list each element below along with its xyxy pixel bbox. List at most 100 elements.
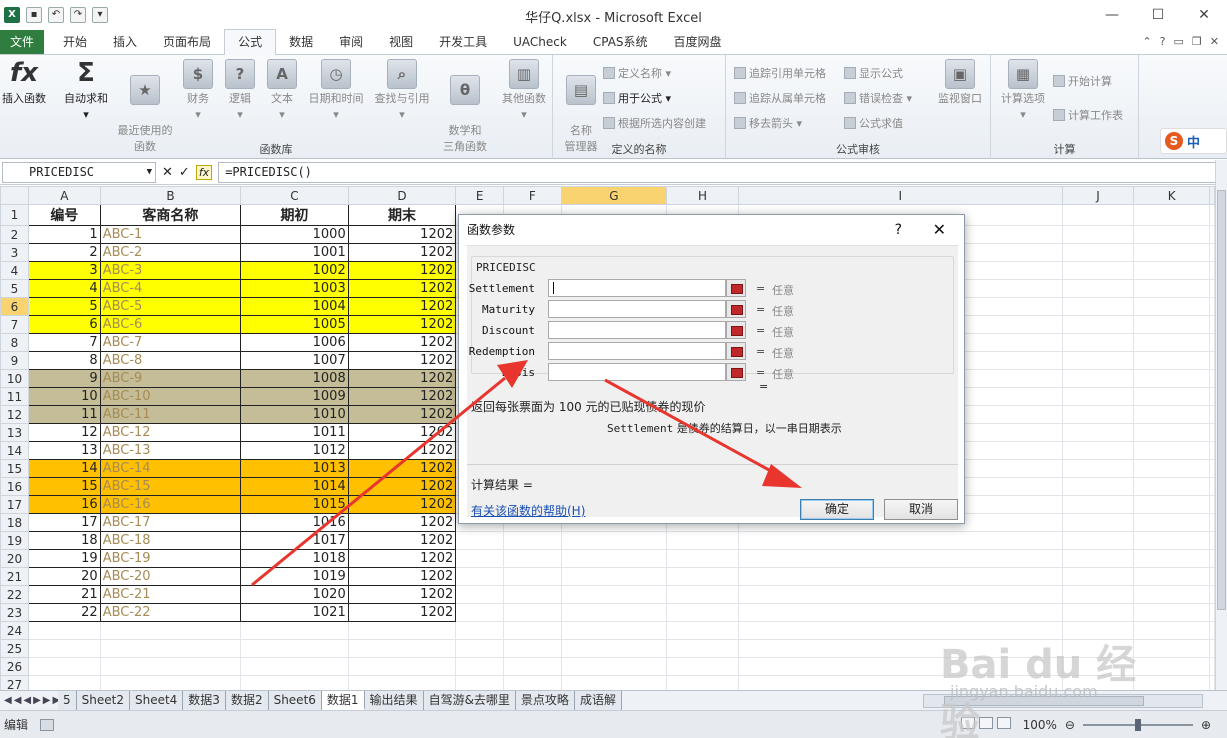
cell[interactable] [737, 549, 1063, 568]
row-header[interactable]: 24 [0, 621, 29, 640]
date-time-button[interactable]: ◷ 日期和时间 ▾ [304, 59, 368, 123]
cell-start[interactable]: 1000 [240, 225, 349, 244]
undo-icon[interactable]: ↶ [48, 7, 64, 23]
cell[interactable] [737, 603, 1063, 622]
cell-start[interactable]: 1004 [240, 297, 349, 316]
create-from-selection-button[interactable]: 根据所选内容创建 [603, 115, 706, 131]
use-in-formula-button[interactable]: 用于公式 ▾ [603, 90, 671, 106]
ime-mode-label[interactable]: 中 [1187, 132, 1200, 151]
cell-end[interactable]: 1202 [347, 387, 457, 406]
cell[interactable] [347, 675, 457, 690]
cell[interactable] [503, 603, 562, 622]
row-header[interactable]: 10 [0, 369, 29, 388]
cell-id[interactable]: 4 [27, 279, 101, 298]
cell[interactable] [1061, 369, 1135, 388]
cell-id[interactable]: 8 [27, 351, 101, 370]
cell-end[interactable]: 1202 [347, 531, 457, 550]
cell[interactable] [503, 657, 562, 676]
enter-formula-icon[interactable]: ✓ [179, 165, 190, 180]
cell[interactable] [1209, 243, 1215, 262]
lookup-reference-button[interactable]: ⌕ 查找与引用 ▾ [370, 59, 434, 123]
cell[interactable] [737, 531, 1063, 550]
cell-start[interactable]: 1002 [240, 261, 349, 280]
define-name-button[interactable]: 定义名称 ▾ [603, 65, 671, 81]
cell[interactable] [1209, 513, 1215, 532]
cell[interactable] [503, 675, 562, 690]
cell[interactable] [1209, 405, 1215, 424]
cell[interactable] [240, 675, 349, 690]
ok-button[interactable]: 确定 [800, 499, 874, 520]
calculate-sheet-button[interactable]: 计算工作表 [1053, 107, 1123, 123]
cell[interactable] [1133, 585, 1210, 604]
cell-name[interactable]: ABC-2 [99, 243, 242, 262]
cell[interactable] [1209, 315, 1215, 334]
cell[interactable] [347, 621, 457, 640]
tab-baidu-netdisk[interactable]: 百度网盘 [661, 30, 735, 54]
cell-id[interactable]: 1 [27, 225, 101, 244]
cell[interactable] [1133, 279, 1210, 298]
cell[interactable] [1133, 333, 1210, 352]
cell[interactable] [1209, 369, 1215, 388]
row-header[interactable]: 15 [0, 459, 29, 478]
cell-end[interactable]: 1202 [347, 333, 457, 352]
cell[interactable] [666, 675, 739, 690]
workbook-restore-icon[interactable]: ❐ [1192, 30, 1202, 54]
sheet-nav-arrows-icon[interactable]: ◀◀◀▶▶▶ [0, 695, 60, 706]
cell[interactable] [347, 639, 457, 658]
cell[interactable] [27, 621, 101, 640]
cell[interactable] [737, 675, 1063, 690]
argument-input-settlement[interactable] [548, 279, 726, 297]
tab-uacheck[interactable]: UACheck [500, 30, 580, 54]
cell-start[interactable]: 1011 [240, 423, 349, 442]
cell[interactable] [1133, 441, 1210, 460]
cell[interactable] [503, 639, 562, 658]
cell-id[interactable]: 11 [27, 405, 101, 424]
cell[interactable] [1209, 531, 1215, 550]
cell-end[interactable]: 1202 [347, 423, 457, 442]
watch-window-button[interactable]: ▣ 监视窗口 [932, 59, 988, 107]
row-header[interactable]: 9 [0, 351, 29, 370]
collapse-dialog-icon[interactable] [726, 363, 746, 381]
sheet-tab[interactable]: Sheet6 [268, 691, 322, 710]
cell[interactable] [1133, 675, 1210, 690]
row-header[interactable]: 17 [0, 495, 29, 514]
cell[interactable] [240, 639, 349, 658]
tab-data[interactable]: 数据 [276, 30, 326, 54]
macro-record-icon[interactable] [40, 718, 54, 731]
cell[interactable] [560, 531, 668, 550]
cell-end[interactable]: 1202 [347, 225, 457, 244]
row-header[interactable]: 2 [0, 225, 29, 244]
sheet-tab[interactable]: 数据1 [321, 691, 365, 710]
cell[interactable] [1061, 585, 1135, 604]
cell-id[interactable]: 12 [27, 423, 101, 442]
column-header[interactable]: B [99, 186, 242, 205]
function-help-link[interactable]: 有关该函数的帮助(H) [471, 502, 585, 519]
header-cell[interactable]: 编号 [27, 204, 101, 226]
argument-input-basis[interactable] [548, 363, 726, 381]
cell[interactable] [455, 657, 505, 676]
collapse-ribbon-icon[interactable]: ⌃ [1142, 30, 1151, 54]
insert-function-button[interactable]: fx 插入函数 [0, 59, 50, 107]
cell[interactable] [1209, 603, 1215, 622]
cell[interactable] [503, 585, 562, 604]
cell[interactable] [737, 657, 1063, 676]
horizontal-scrollbar[interactable] [923, 693, 1203, 708]
cell[interactable] [1133, 315, 1210, 334]
cell-start[interactable]: 1010 [240, 405, 349, 424]
row-header[interactable]: 11 [0, 387, 29, 406]
cell[interactable] [1061, 675, 1135, 690]
cell-id[interactable]: 15 [27, 477, 101, 496]
zoom-slider-knob[interactable] [1134, 718, 1141, 731]
column-header[interactable]: C [240, 186, 349, 205]
help-icon[interactable]: ? [1160, 30, 1166, 54]
cell[interactable] [1133, 621, 1210, 640]
cell[interactable] [1061, 405, 1135, 424]
cell-end[interactable]: 1202 [347, 567, 457, 586]
cell[interactable] [1061, 621, 1135, 640]
formula-input[interactable]: =PRICEDISC() [218, 161, 1217, 183]
cell-name[interactable]: ABC-10 [99, 387, 242, 406]
sheet-tab[interactable]: 成语解 [574, 691, 622, 710]
cell-start[interactable]: 1005 [240, 315, 349, 334]
cell[interactable] [666, 639, 739, 658]
cell[interactable] [1133, 351, 1210, 370]
